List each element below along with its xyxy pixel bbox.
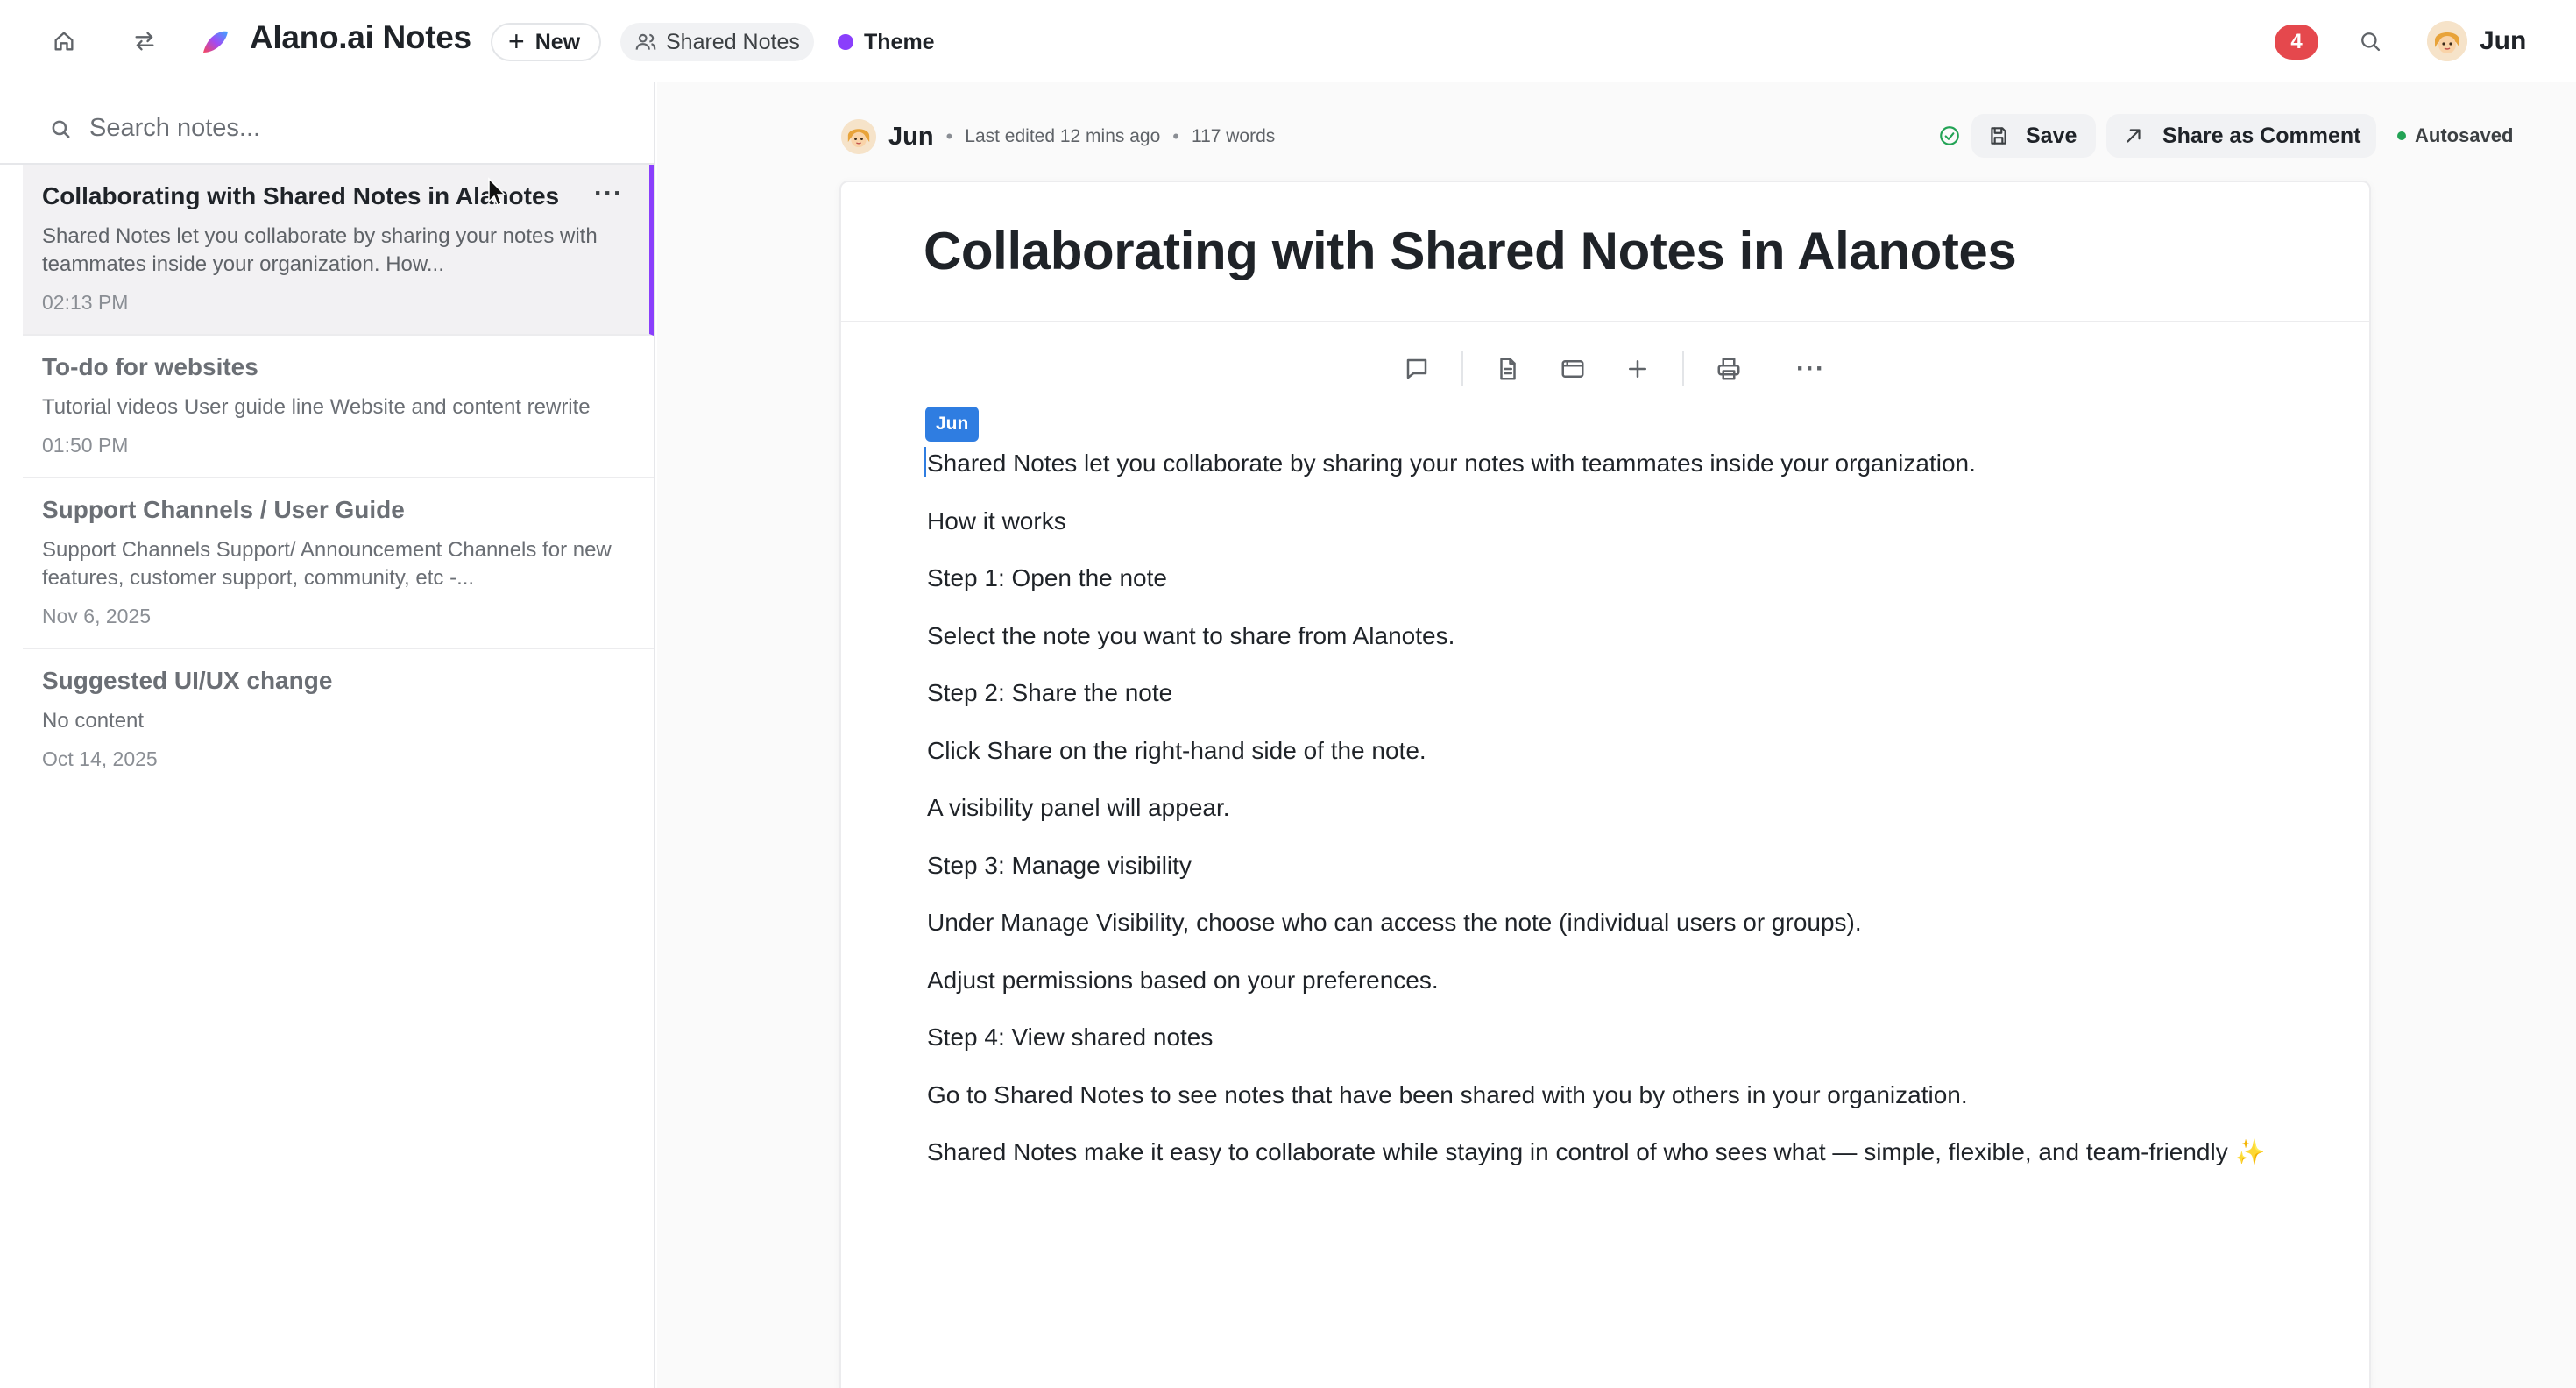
new-note-button[interactable]: + New (491, 23, 602, 61)
sync-check-icon (1940, 126, 1959, 145)
shared-notes-label: Shared Notes (666, 29, 800, 54)
paragraph: Click Share on the right-hand side of th… (927, 736, 1426, 764)
note-time: 02:13 PM (42, 291, 129, 314)
save-icon (1991, 127, 2006, 145)
document-icon[interactable] (1486, 347, 1530, 391)
theme-label: Theme (864, 29, 935, 54)
notification-badge[interactable]: 4 (2275, 25, 2318, 60)
sidebar: Collaborating with Shared Notes in Alano… (0, 82, 655, 1388)
theme-button[interactable]: Theme (838, 23, 935, 61)
search-icon[interactable] (2352, 23, 2388, 60)
note-time: Oct 14, 2025 (42, 747, 158, 770)
paragraph: Go to Shared Notes to see notes that hav… (927, 1080, 1968, 1108)
print-icon[interactable] (1707, 347, 1751, 391)
paragraph: How it works (927, 506, 1066, 535)
note-list-item[interactable]: To-do for websites Tutorial videos User … (23, 336, 654, 478)
top-bar: Alano.ai Notes + New Shared Notes Theme … (0, 0, 2576, 82)
swap-icon[interactable] (126, 23, 163, 60)
paragraph: Select the note you want to share from A… (927, 621, 1455, 649)
avatar (2427, 21, 2467, 61)
users-icon (635, 33, 656, 50)
note-list-item[interactable]: Support Channels / User Guide Support Ch… (23, 478, 654, 649)
note-snippet: No content (42, 709, 145, 733)
note-list: Collaborating with Shared Notes in Alano… (23, 165, 654, 790)
last-edited: Last edited 12 mins ago (965, 126, 1161, 146)
status-dot (2397, 131, 2406, 140)
paragraph: Step 3: Manage visibility (927, 851, 1192, 879)
autosaved-status: Autosaved (2397, 124, 2513, 147)
author-name: Jun (888, 122, 934, 151)
note-title: Suggested UI/UX change (42, 667, 333, 694)
search-box[interactable] (49, 114, 615, 143)
share-label: Share as Comment (2162, 123, 2361, 148)
word-count: 117 words (1191, 126, 1276, 146)
theme-color-dot (838, 34, 853, 50)
divider (841, 321, 2369, 322)
note-title: Collaborating with Shared Notes in Alano… (42, 182, 560, 209)
note-list-item[interactable]: Suggested UI/UX change No content Oct 14… (23, 649, 654, 790)
comment-icon[interactable] (1395, 347, 1439, 391)
home-icon[interactable] (46, 23, 82, 60)
paragraph: A visibility panel will appear. (927, 794, 1230, 821)
paragraph: Shared Notes make it easy to collaborate… (927, 1138, 2266, 1165)
note-snippet: Tutorial videos User guide line Website … (42, 395, 591, 419)
note-time: 01:50 PM (42, 434, 129, 457)
toolbar-divider (1682, 351, 1684, 386)
document-body[interactable]: Shared Notes let you collaborate by shar… (927, 445, 2294, 1192)
collaborator-cursor-label: Jun (925, 407, 980, 442)
paragraph: Step 4: View shared notes (927, 1023, 1214, 1051)
document-card: Collaborating with Shared Notes in Alano… (839, 181, 2371, 1388)
embed-icon[interactable] (1551, 347, 1595, 391)
search-icon (52, 120, 70, 138)
editor-toolbar: ··· (1384, 347, 1825, 391)
new-label: New (534, 29, 581, 54)
autosaved-label: Autosaved (2415, 124, 2514, 146)
note-snippet: Support Channels Support/ Announcement C… (42, 538, 612, 590)
user-name: Jun (2480, 26, 2527, 55)
search-input[interactable] (89, 114, 615, 143)
text-caret (924, 447, 926, 477)
note-title: Support Channels / User Guide (42, 496, 405, 523)
note-title: To-do for websites (42, 353, 258, 380)
note-meta-bar: Jun • Last edited 12 mins ago • 117 word… (841, 119, 1275, 154)
paragraph: Adjust permissions based on your prefere… (927, 966, 1439, 994)
app-logo (200, 26, 231, 58)
paragraph: Step 2: Share the note (927, 679, 1173, 706)
separator-dot: • (1172, 125, 1179, 147)
note-time: Nov 6, 2025 (42, 605, 152, 627)
separator-dot: • (945, 125, 953, 147)
arrow-up-right-icon (2127, 129, 2141, 143)
save-button[interactable]: Save (1971, 114, 2097, 158)
add-icon[interactable] (1616, 347, 1660, 391)
share-as-comment-button[interactable]: Share as Comment (2106, 114, 2377, 158)
editor-pane: Jun • Last edited 12 mins ago • 117 word… (657, 82, 2576, 1388)
app-title: Alano.ai Notes (250, 19, 471, 55)
paragraph: Shared Notes let you collaborate by shar… (927, 450, 1976, 477)
more-options-icon[interactable]: ··· (594, 179, 623, 209)
plus-icon: + (508, 25, 525, 57)
shared-notes-button[interactable]: Shared Notes (620, 23, 814, 61)
paragraph: Under Manage Visibility, choose who can … (927, 909, 1862, 936)
more-icon[interactable]: ··· (1796, 354, 1825, 384)
document-title[interactable]: Collaborating with Shared Notes in Alano… (924, 221, 2017, 281)
user-menu[interactable]: Jun (2427, 21, 2526, 61)
paragraph: Step 1: Open the note (927, 564, 1167, 591)
save-label: Save (2026, 123, 2077, 148)
note-snippet: Shared Notes let you collaborate by shar… (42, 224, 598, 276)
author-avatar (841, 119, 876, 154)
mouse-cursor-icon (488, 177, 506, 207)
toolbar-divider (1461, 351, 1463, 386)
note-list-item[interactable]: Collaborating with Shared Notes in Alano… (23, 165, 654, 336)
